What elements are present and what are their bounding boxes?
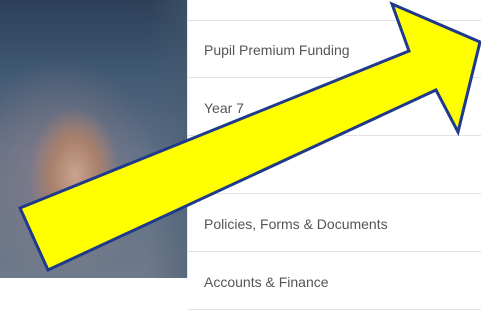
- menu-item-policies-forms-documents[interactable]: Policies, Forms & Documents: [188, 194, 481, 252]
- menu-item-year-7[interactable]: Year 7: [188, 78, 481, 136]
- menu-item-accounts-finance[interactable]: Accounts & Finance: [188, 252, 481, 310]
- background-photo: [0, 0, 187, 278]
- menu-item-hidden[interactable]: ...ce: [188, 136, 481, 194]
- navigation-menu: Pupil Premium Funding Year 7 ...ce Polic…: [187, 0, 481, 310]
- menu-item-label: ...ce: [204, 158, 231, 174]
- menu-item-label: Pupil Premium Funding: [204, 42, 350, 58]
- menu-item-label: Year 7: [204, 100, 244, 116]
- menu-item-label: Accounts & Finance: [204, 274, 329, 290]
- menu-top-divider: [188, 0, 481, 21]
- menu-item-label: Policies, Forms & Documents: [204, 216, 388, 232]
- menu-item-pupil-premium[interactable]: Pupil Premium Funding: [188, 20, 481, 78]
